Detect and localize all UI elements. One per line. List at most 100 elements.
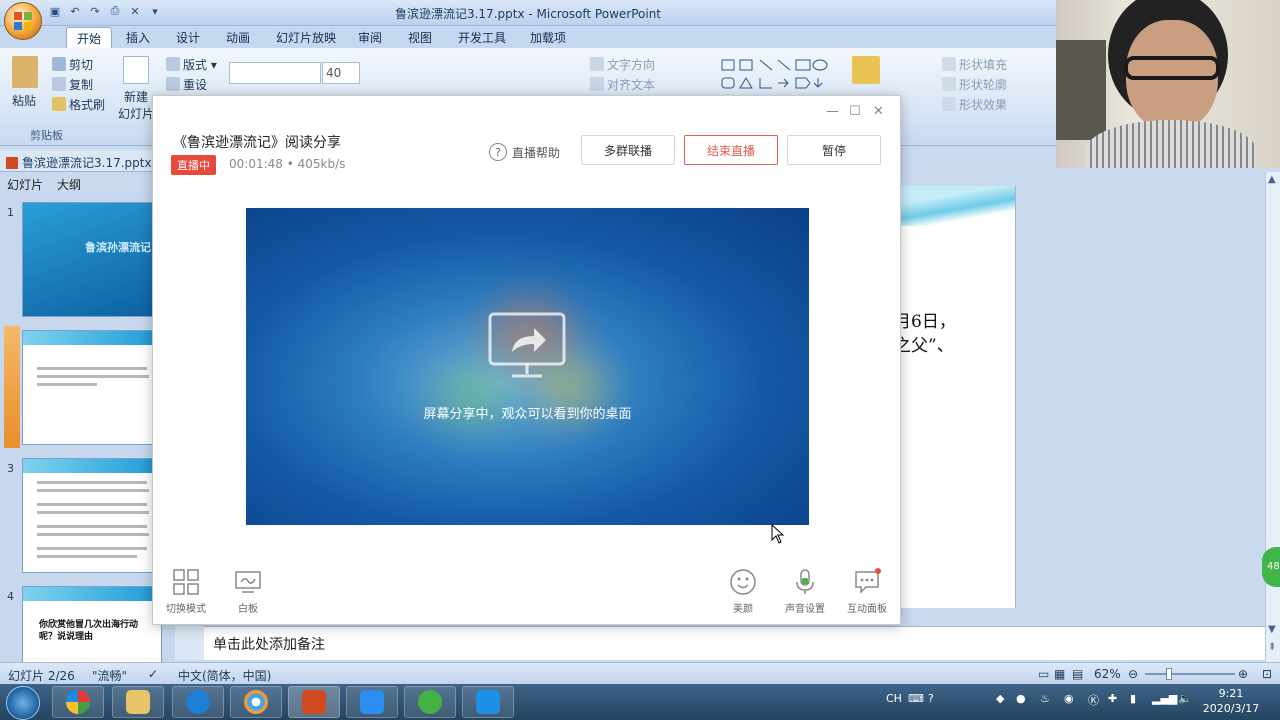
wechat-tray-icon[interactable]: ◉ [1064,692,1074,705]
taskbar-app-dingtalk[interactable] [346,686,398,718]
audio-settings-button[interactable]: 声音设置 [775,568,835,615]
new-slide-button[interactable]: 新建 幻灯片 [118,56,154,122]
thumb-text-line [37,367,147,370]
interaction-panel-button[interactable]: 互动面板 [837,568,897,615]
tab-insert[interactable]: 插入 [126,29,150,46]
scroll-down-icon[interactable]: ▼ [1268,624,1276,635]
volume-icon[interactable]: 🔈 [1178,692,1192,705]
taskbar: CH ⌨ ? ◆ ● ♨ ◉ Ⓚ ✚ ▮ ▂▄▆ 🔈 9:21 2020/3/1… [0,684,1280,720]
shape-outline-button[interactable]: 形状轮廓 [942,76,1007,93]
zoom-level[interactable]: 62% [1094,667,1121,681]
clipboard-icon [12,56,38,88]
slide-thumbnail-2[interactable] [22,330,162,445]
slide-wave-decoration [900,186,1015,226]
taskbar-app-live[interactable] [462,686,514,718]
scroll-up-icon[interactable]: ▲ [1268,174,1276,185]
zoom-slider-thumb[interactable] [1166,668,1172,680]
prev-slide-icon[interactable]: ⇞ [1268,642,1276,653]
floating-counter-badge[interactable]: 48 [1262,547,1280,587]
start-button[interactable] [6,686,40,720]
thermometer-icon[interactable]: ♨ [1040,692,1050,705]
beauty-button[interactable]: 美颜 [713,568,773,615]
network-icon[interactable]: ▂▄▆ [1152,692,1177,705]
tab-slides[interactable]: 幻灯片 [7,176,43,193]
taskbar-app-browser[interactable] [52,686,104,718]
slide-thumbnail-3[interactable] [22,458,162,573]
current-slide[interactable]: 月6日， 之父”、 [894,186,1016,608]
battery-icon[interactable]: ▮ [1130,692,1136,705]
taskbar-app-k[interactable] [172,686,224,718]
vertical-scrollbar[interactable]: ▲ ▼ ⇞ [1265,172,1280,662]
taskbar-app-powerpoint[interactable] [288,686,340,718]
multi-group-button[interactable]: 多群联播 [581,135,675,165]
switch-mode-button[interactable]: 切换模式 [156,568,216,615]
close-icon[interactable]: ✕ [873,104,884,119]
thumb-text-line [37,511,149,514]
tab-addins[interactable]: 加载项 [530,29,566,46]
taskbar-app-explorer[interactable] [112,686,164,718]
align-text-button[interactable]: 对齐文本 [590,76,655,93]
shape-effects-button[interactable]: 形状效果 [942,96,1007,113]
mouse-cursor-icon [771,524,785,544]
slide-thumbnail-1[interactable]: 鲁滨孙漂流记 [22,202,162,317]
taskbar-app-photos[interactable] [230,686,282,718]
new-slide-icon [123,56,149,84]
shield-icon[interactable]: ◆ [996,692,1004,705]
format-painter-button[interactable]: 格式刷 [52,96,105,113]
zoom-slider[interactable] [1145,673,1235,675]
slide-thumbnail-4[interactable]: 你欣赏他冒几次出海行动呢？说说理由 [22,586,162,662]
zoom-out-icon[interactable]: ⊖ [1128,667,1138,681]
tab-review[interactable]: 审阅 [358,29,382,46]
fit-window-icon[interactable]: ⊡ [1262,667,1272,681]
shape-fill-button[interactable]: 形状填充 [942,56,1007,73]
arrange-button[interactable] [852,56,883,84]
thumb-text-line [37,547,147,550]
whiteboard-button[interactable]: 白板 [218,568,278,615]
pptx-icon [6,157,18,169]
text-direction-button[interactable]: 文字方向 [590,56,655,73]
system-clock[interactable]: 9:21 2020/3/17 [1200,686,1262,716]
maximize-icon[interactable]: ☐ [849,104,861,119]
qq-icon[interactable]: ● [1016,692,1026,705]
thumb-title: 鲁滨孙漂流记 [85,241,151,254]
slideshow-view-icon[interactable]: ▤ [1072,667,1083,681]
copy-button[interactable]: 复制 [52,76,93,93]
reset-button[interactable]: 重设 [166,76,207,93]
keyboard-icon[interactable]: ⌨ [908,692,924,705]
tab-design[interactable]: 设计 [176,29,200,46]
webcam-preview [1056,0,1280,168]
thumb-text-line [37,525,147,528]
office-logo-icon [14,12,32,30]
input-language[interactable]: CH [886,692,902,705]
font-name-input[interactable] [229,62,321,84]
font-size-input[interactable]: 40 [322,62,360,84]
taskbar-app-wechat[interactable] [404,686,456,718]
file-tab[interactable]: 鲁滨逊漂流记3.17.pptx [0,150,175,172]
cut-button[interactable]: 剪切 [52,56,93,73]
minimize-icon[interactable]: — [826,104,839,119]
plus-tray-icon[interactable]: ✚ [1108,692,1117,705]
layout-button[interactable]: 版式 ▾ [166,56,217,73]
live-help-link[interactable]: ? 直播帮助 [489,143,560,161]
office-button[interactable] [4,2,42,40]
spellcheck-icon[interactable]: ✓ [148,667,158,681]
normal-view-icon[interactable]: ▭ [1038,667,1049,681]
notes-input[interactable]: 单击此处添加备注 [204,626,1265,660]
paste-button[interactable]: 粘贴 [12,56,38,109]
help-tray-icon[interactable]: ? [928,692,934,705]
tab-slideshow[interactable]: 幻灯片放映 [276,29,336,46]
tab-view[interactable]: 视图 [408,29,432,46]
zoom-in-icon[interactable]: ⊕ [1238,667,1248,681]
whiteboard-label: 白板 [238,604,258,615]
tab-developer[interactable]: 开发工具 [458,29,506,46]
tab-outline[interactable]: 大纲 [57,176,81,193]
end-live-button[interactable]: 结束直播 [684,135,778,165]
shapes-gallery[interactable] [720,56,830,99]
sorter-view-icon[interactable]: ▦ [1054,667,1065,681]
tab-home[interactable]: 开始 [66,27,113,49]
pause-button[interactable]: 暂停 [787,135,881,165]
language-indicator[interactable]: 中文(简体，中国) [178,667,271,684]
k-tray-icon[interactable]: Ⓚ [1088,692,1099,708]
tab-animation[interactable]: 动画 [226,29,250,46]
audio-settings-label: 声音设置 [785,604,825,615]
